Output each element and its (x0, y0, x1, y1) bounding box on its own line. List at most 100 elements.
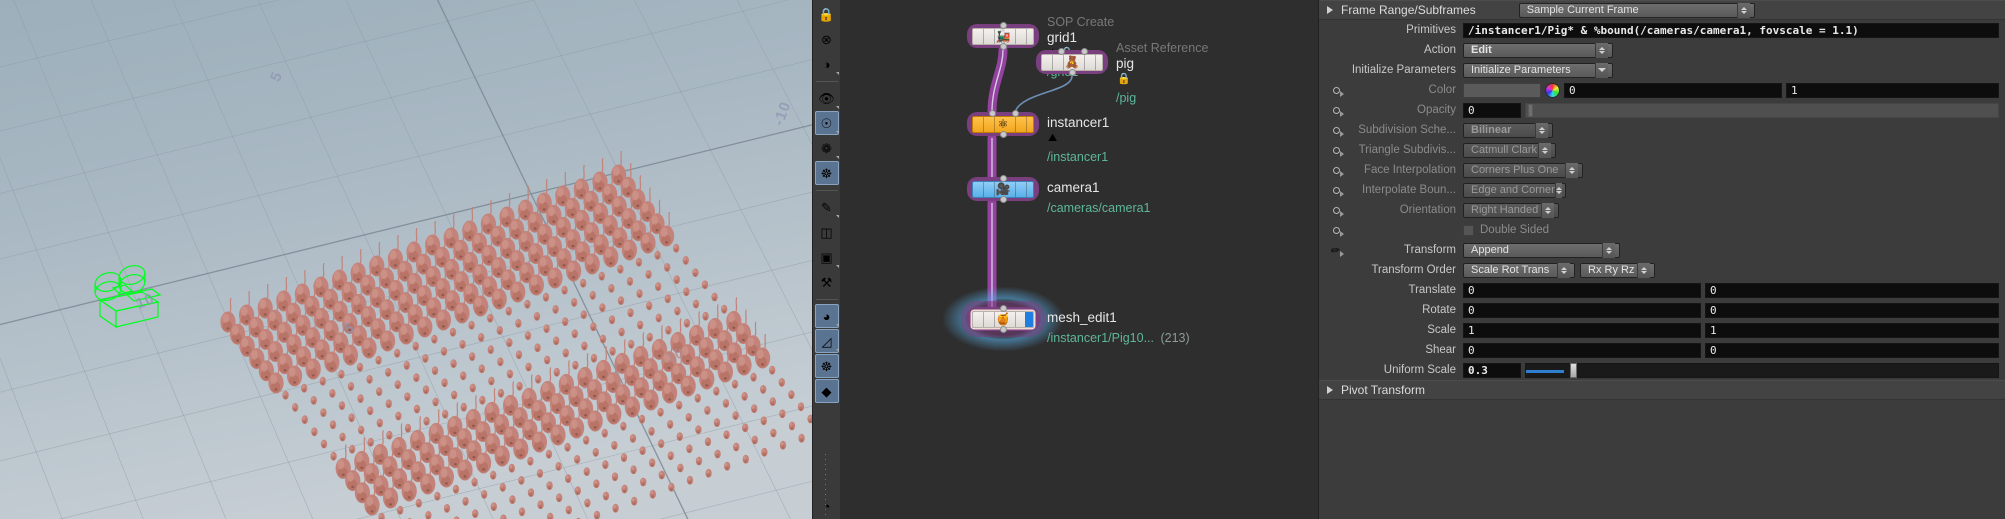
rotate-x[interactable]: 0 (1463, 302, 1701, 318)
parm-animate-toggle[interactable] (1325, 80, 1347, 100)
selection-visibility-icon[interactable]: ⚒ (815, 270, 839, 294)
node-body[interactable]: 🎥 (972, 180, 1034, 198)
lock-camera-icon[interactable]: 🔒 (815, 2, 839, 26)
node-input-port[interactable] (989, 110, 996, 117)
parm-spinner[interactable] (1736, 2, 1750, 18)
parm-menu-button[interactable]: Scale Rot Trans (1463, 262, 1575, 278)
parm-menu-button[interactable]: Right Handed (1463, 202, 1559, 218)
node-input-port[interactable] (1000, 22, 1007, 29)
node-input-port[interactable] (1081, 48, 1088, 55)
viewport-layout-icon[interactable]: ◔ (815, 494, 839, 518)
scene-viewport[interactable]: 10 -10 -10 5 5 🔒 ⊗ ◑ 👁 ☉ ❁ ☸ ✎ ◫ ▣ ⚒ ◕ ◿ ☸ ◆ ◔ (0, 0, 840, 519)
parm-menu-arrow-icon[interactable] (1340, 131, 1344, 137)
parm-menu-button[interactable]: Append (1463, 242, 1620, 258)
node-body[interactable]: 🚂 (972, 27, 1034, 45)
node-chip[interactable]: 🎥 (967, 175, 1039, 203)
display-point-lights-icon[interactable]: ☉ (814, 111, 839, 135)
parm-spinner[interactable] (1557, 262, 1570, 278)
node-output-port[interactable] (1000, 43, 1007, 50)
color-display-icon[interactable]: ◕ (814, 304, 839, 328)
parm-animate-toggle[interactable] (1325, 120, 1347, 140)
chevron-right-icon[interactable] (1327, 386, 1333, 394)
parm-spinner[interactable] (1602, 242, 1615, 258)
node-chip[interactable]: 🍯 (967, 305, 1039, 333)
parm-menu-button[interactable]: Sample Current Frame (1518, 2, 1755, 18)
dropdown-caret[interactable] (1595, 62, 1608, 78)
uniform-scale-value[interactable]: 0.3 (1463, 362, 1521, 378)
highlight-selection-icon[interactable]: 👁 (815, 86, 839, 110)
parm-menu-arrow-icon[interactable] (1340, 231, 1344, 237)
translate-x[interactable]: 0 (1463, 282, 1701, 298)
toolbar-scroll-grip[interactable] (823, 446, 831, 515)
color-wheel-icon[interactable] (1545, 82, 1560, 98)
parm-spinner[interactable] (1565, 162, 1578, 178)
node-chip[interactable]: 🧸 (1036, 48, 1108, 76)
scale-x[interactable]: 1 (1463, 322, 1701, 338)
headlight-off-icon[interactable]: ⊗ (815, 27, 839, 51)
parm-menu-arrow-icon[interactable] (1340, 251, 1344, 257)
node-input-port[interactable] (1000, 175, 1007, 182)
parm-menu-arrow-icon[interactable] (1340, 211, 1344, 217)
node-chip[interactable]: ⚛ (967, 110, 1039, 138)
parm-menu-button[interactable]: Edge and Corner (1463, 182, 1566, 198)
scale-y[interactable]: 1 (1705, 322, 1999, 338)
parm-animate-toggle[interactable] (1325, 140, 1347, 160)
node-output-port[interactable] (1000, 326, 1007, 333)
checkbox-box[interactable] (1463, 224, 1474, 236)
shading-mode-icon[interactable]: ◑ (815, 52, 839, 76)
parm-spinner[interactable] (1535, 122, 1548, 138)
parm-menu-arrow-icon[interactable] (1340, 191, 1344, 197)
parm-menu-button[interactable]: Bilinear (1463, 122, 1553, 138)
chevron-right-icon[interactable] (1327, 6, 1333, 14)
node-output-port[interactable] (1000, 131, 1007, 138)
parm-menu-button[interactable]: Edit (1463, 42, 1613, 58)
translate-y[interactable]: 0 (1705, 282, 1999, 298)
display-guides-icon[interactable]: ✎ (815, 195, 839, 219)
color-component-0[interactable]: 0 (1564, 82, 1782, 98)
node-input-port[interactable] (1012, 110, 1019, 117)
node-input-port[interactable] (1000, 305, 1007, 312)
display-cameras-icon[interactable]: ☸ (814, 161, 839, 185)
camera-display-icon[interactable]: ☸ (814, 354, 839, 378)
parm-override-pencil[interactable]: ✏ (1325, 240, 1347, 260)
rotate-y[interactable]: 0 (1705, 302, 1999, 318)
parm-spinner[interactable] (1595, 42, 1608, 58)
parm-menu-button[interactable]: Catmull Clark (1463, 142, 1556, 158)
node-body[interactable]: 🧸 (1041, 53, 1103, 71)
color-component-1[interactable]: 1 (1786, 82, 1999, 98)
parm-menu-arrow-icon[interactable] (1340, 111, 1344, 117)
parm-spinner[interactable] (1637, 262, 1650, 278)
slider-knob[interactable] (1570, 362, 1578, 378)
parm-spinner[interactable] (1541, 202, 1554, 218)
opacity-slider[interactable] (1525, 102, 1999, 118)
camera-gizmo[interactable] (80, 258, 170, 338)
parm-menu-arrow-icon[interactable] (1340, 91, 1344, 97)
node-input-port[interactable] (1058, 48, 1065, 55)
color-swatch[interactable] (1463, 82, 1541, 98)
parm-animate-toggle[interactable] (1325, 180, 1347, 200)
initialize-parameters-dropdown[interactable]: Initialize Parameters (1463, 62, 1613, 78)
uniform-scale-slider[interactable] (1525, 362, 1999, 378)
node-body[interactable]: ⚛ (972, 115, 1034, 133)
node-chip[interactable]: 🚂 (967, 22, 1039, 50)
display-options-icon[interactable]: ◫ (815, 220, 839, 244)
viewport-display-toolbar[interactable]: 🔒 ⊗ ◑ 👁 ☉ ❁ ☸ ✎ ◫ ▣ ⚒ ◕ ◿ ☸ ◆ ◔ (812, 0, 840, 519)
double-sided-checkbox[interactable]: Double Sided (1463, 224, 1549, 236)
parm-menu-button[interactable]: Corners Plus One (1463, 162, 1583, 178)
parm-animate-toggle[interactable] (1325, 220, 1347, 240)
parm-folder-pivot-transform[interactable]: Pivot Transform (1319, 380, 2005, 400)
parm-spinner[interactable] (1538, 142, 1551, 158)
node-output-port[interactable] (1069, 69, 1076, 76)
shear-y[interactable]: 0 (1705, 342, 1999, 358)
parm-menu-button[interactable]: Rx Ry Rz (1580, 262, 1655, 278)
display-light-geometry-icon[interactable]: ❁ (815, 136, 839, 160)
shear-x[interactable]: 0 (1463, 342, 1701, 358)
parm-menu-arrow-icon[interactable] (1340, 171, 1344, 177)
node-body[interactable]: 🍯 (972, 310, 1034, 328)
uv-display-icon[interactable]: ◆ (814, 379, 839, 403)
opacity-value[interactable]: 0 (1463, 102, 1521, 118)
parm-menu-arrow-icon[interactable] (1340, 151, 1344, 157)
material-display-icon[interactable]: ▣ (815, 245, 839, 269)
parm-animate-toggle[interactable] (1325, 160, 1347, 180)
parm-animate-toggle[interactable] (1325, 200, 1347, 220)
